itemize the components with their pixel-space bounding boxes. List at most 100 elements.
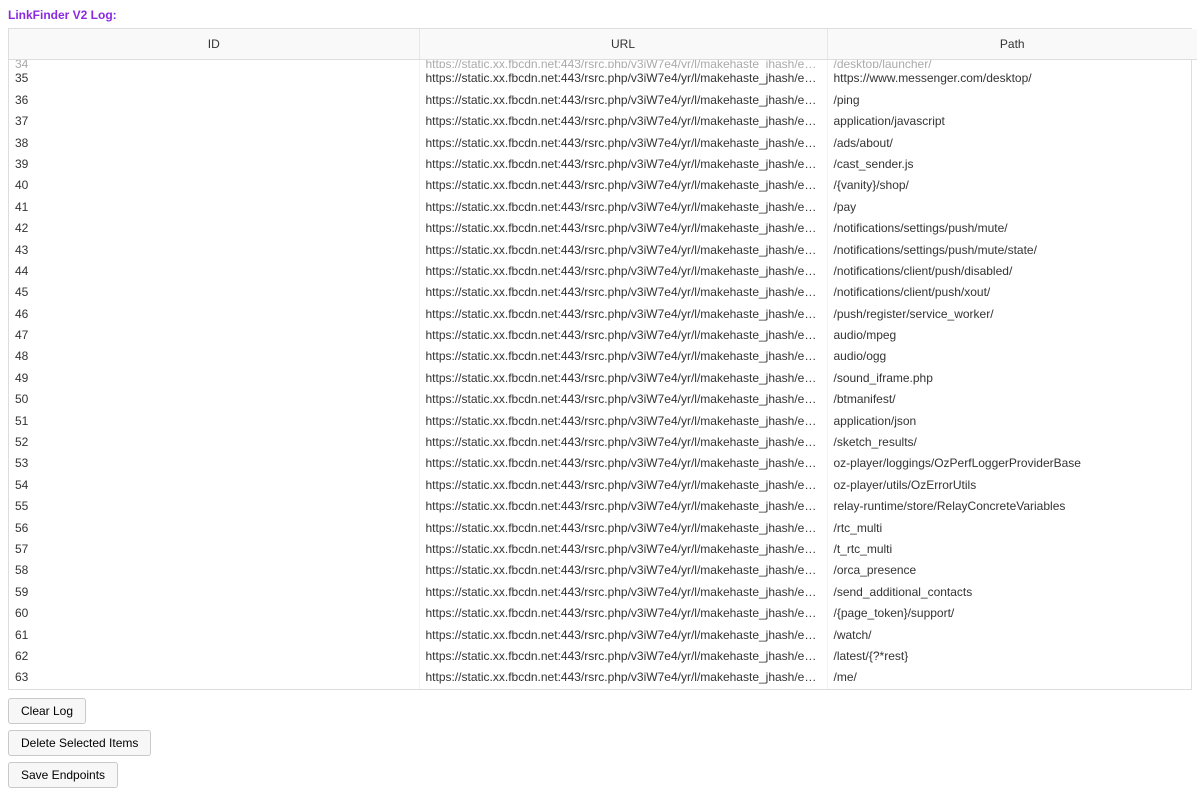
cell-url: https://static.xx.fbcdn.net:443/rsrc.php… [419,496,827,517]
cell-path: /send_additional_contacts [827,582,1197,603]
cell-id: 55 [9,496,419,517]
cell-url: https://static.xx.fbcdn.net:443/rsrc.php… [419,261,827,282]
log-table[interactable]: ID URL Path 34https://static.xx.fbcdn.ne… [9,29,1197,689]
cell-path: /watch/ [827,625,1197,646]
cell-url: https://static.xx.fbcdn.net:443/rsrc.php… [419,218,827,239]
table-row[interactable]: 46https://static.xx.fbcdn.net:443/rsrc.p… [9,304,1197,325]
table-row[interactable]: 41https://static.xx.fbcdn.net:443/rsrc.p… [9,197,1197,218]
col-header-url[interactable]: URL [419,29,827,60]
cell-path: /cast_sender.js [827,154,1197,175]
cell-id: 34 [9,60,419,69]
cell-id: 53 [9,453,419,474]
cell-url: https://static.xx.fbcdn.net:443/rsrc.php… [419,646,827,667]
table-row[interactable]: 35https://static.xx.fbcdn.net:443/rsrc.p… [9,68,1197,89]
table-row[interactable]: 50https://static.xx.fbcdn.net:443/rsrc.p… [9,389,1197,410]
table-row[interactable]: 55https://static.xx.fbcdn.net:443/rsrc.p… [9,496,1197,517]
table-row[interactable]: 63https://static.xx.fbcdn.net:443/rsrc.p… [9,667,1197,688]
col-header-path[interactable]: Path [827,29,1197,60]
cell-id: 52 [9,432,419,453]
cell-id: 45 [9,282,419,303]
table-row[interactable]: 34https://static.xx.fbcdn.net:443/rsrc.p… [9,60,1197,69]
cell-id: 60 [9,603,419,624]
clear-log-button[interactable]: Clear Log [8,698,86,724]
cell-id: 56 [9,518,419,539]
cell-path: /orca_presence [827,560,1197,581]
cell-url: https://static.xx.fbcdn.net:443/rsrc.php… [419,475,827,496]
table-row[interactable]: 49https://static.xx.fbcdn.net:443/rsrc.p… [9,368,1197,389]
table-row[interactable]: 48https://static.xx.fbcdn.net:443/rsrc.p… [9,346,1197,367]
cell-url: https://static.xx.fbcdn.net:443/rsrc.php… [419,175,827,196]
cell-path: /{page_token}/support/ [827,603,1197,624]
page-title: LinkFinder V2 Log: [8,6,1192,28]
cell-url: https://static.xx.fbcdn.net:443/rsrc.php… [419,603,827,624]
cell-id: 49 [9,368,419,389]
table-row[interactable]: 54https://static.xx.fbcdn.net:443/rsrc.p… [9,475,1197,496]
table-row[interactable]: 57https://static.xx.fbcdn.net:443/rsrc.p… [9,539,1197,560]
cell-url: https://static.xx.fbcdn.net:443/rsrc.php… [419,389,827,410]
cell-id: 62 [9,646,419,667]
table-row[interactable]: 39https://static.xx.fbcdn.net:443/rsrc.p… [9,154,1197,175]
table-row[interactable]: 53https://static.xx.fbcdn.net:443/rsrc.p… [9,453,1197,474]
col-header-id[interactable]: ID [9,29,419,60]
cell-id: 42 [9,218,419,239]
cell-id: 59 [9,582,419,603]
cell-id: 61 [9,625,419,646]
cell-path: /{vanity}/shop/ [827,175,1197,196]
table-row[interactable]: 59https://static.xx.fbcdn.net:443/rsrc.p… [9,582,1197,603]
table-row[interactable]: 58https://static.xx.fbcdn.net:443/rsrc.p… [9,560,1197,581]
button-bar: Clear Log Delete Selected Items Save End… [8,690,1192,788]
cell-path: /ads/about/ [827,133,1197,154]
cell-id: 48 [9,346,419,367]
table-row[interactable]: 51https://static.xx.fbcdn.net:443/rsrc.p… [9,411,1197,432]
cell-url: https://static.xx.fbcdn.net:443/rsrc.php… [419,667,827,688]
table-row[interactable]: 47https://static.xx.fbcdn.net:443/rsrc.p… [9,325,1197,346]
table-row[interactable]: 45https://static.xx.fbcdn.net:443/rsrc.p… [9,282,1197,303]
cell-path: /sound_iframe.php [827,368,1197,389]
cell-id: 46 [9,304,419,325]
cell-url: https://static.xx.fbcdn.net:443/rsrc.php… [419,197,827,218]
cell-id: 57 [9,539,419,560]
cell-url: https://static.xx.fbcdn.net:443/rsrc.php… [419,432,827,453]
cell-url: https://static.xx.fbcdn.net:443/rsrc.php… [419,539,827,560]
table-row[interactable]: 42https://static.xx.fbcdn.net:443/rsrc.p… [9,218,1197,239]
table-row[interactable]: 38https://static.xx.fbcdn.net:443/rsrc.p… [9,133,1197,154]
cell-path: /rtc_multi [827,518,1197,539]
cell-path: /me/ [827,667,1197,688]
cell-url: https://static.xx.fbcdn.net:443/rsrc.php… [419,90,827,111]
cell-path: application/json [827,411,1197,432]
cell-path: /t_rtc_multi [827,539,1197,560]
cell-path: /ping [827,90,1197,111]
cell-path: /notifications/settings/push/mute/ [827,218,1197,239]
table-row[interactable]: 36https://static.xx.fbcdn.net:443/rsrc.p… [9,90,1197,111]
save-endpoints-button[interactable]: Save Endpoints [8,762,118,788]
cell-url: https://static.xx.fbcdn.net:443/rsrc.php… [419,68,827,89]
cell-url: https://static.xx.fbcdn.net:443/rsrc.php… [419,240,827,261]
cell-path: audio/mpeg [827,325,1197,346]
cell-path: /notifications/client/push/disabled/ [827,261,1197,282]
cell-path: /latest/{?*rest} [827,646,1197,667]
table-row[interactable]: 44https://static.xx.fbcdn.net:443/rsrc.p… [9,261,1197,282]
cell-url: https://static.xx.fbcdn.net:443/rsrc.php… [419,304,827,325]
table-row[interactable]: 56https://static.xx.fbcdn.net:443/rsrc.p… [9,518,1197,539]
cell-path: /notifications/client/push/xout/ [827,282,1197,303]
cell-id: 58 [9,560,419,581]
cell-url: https://static.xx.fbcdn.net:443/rsrc.php… [419,518,827,539]
table-row[interactable]: 62https://static.xx.fbcdn.net:443/rsrc.p… [9,646,1197,667]
table-row[interactable]: 52https://static.xx.fbcdn.net:443/rsrc.p… [9,432,1197,453]
table-row[interactable]: 60https://static.xx.fbcdn.net:443/rsrc.p… [9,603,1197,624]
cell-id: 44 [9,261,419,282]
delete-selected-button[interactable]: Delete Selected Items [8,730,151,756]
cell-id: 47 [9,325,419,346]
table-row[interactable]: 43https://static.xx.fbcdn.net:443/rsrc.p… [9,240,1197,261]
cell-id: 37 [9,111,419,132]
cell-path: /desktop/launcher/ [827,60,1197,69]
table-row[interactable]: 40https://static.xx.fbcdn.net:443/rsrc.p… [9,175,1197,196]
cell-url: https://static.xx.fbcdn.net:443/rsrc.php… [419,133,827,154]
cell-path: https://www.messenger.com/desktop/ [827,68,1197,89]
cell-id: 50 [9,389,419,410]
cell-path: oz-player/utils/OzErrorUtils [827,475,1197,496]
table-row[interactable]: 61https://static.xx.fbcdn.net:443/rsrc.p… [9,625,1197,646]
cell-id: 39 [9,154,419,175]
table-row[interactable]: 37https://static.xx.fbcdn.net:443/rsrc.p… [9,111,1197,132]
cell-url: https://static.xx.fbcdn.net:443/rsrc.php… [419,325,827,346]
